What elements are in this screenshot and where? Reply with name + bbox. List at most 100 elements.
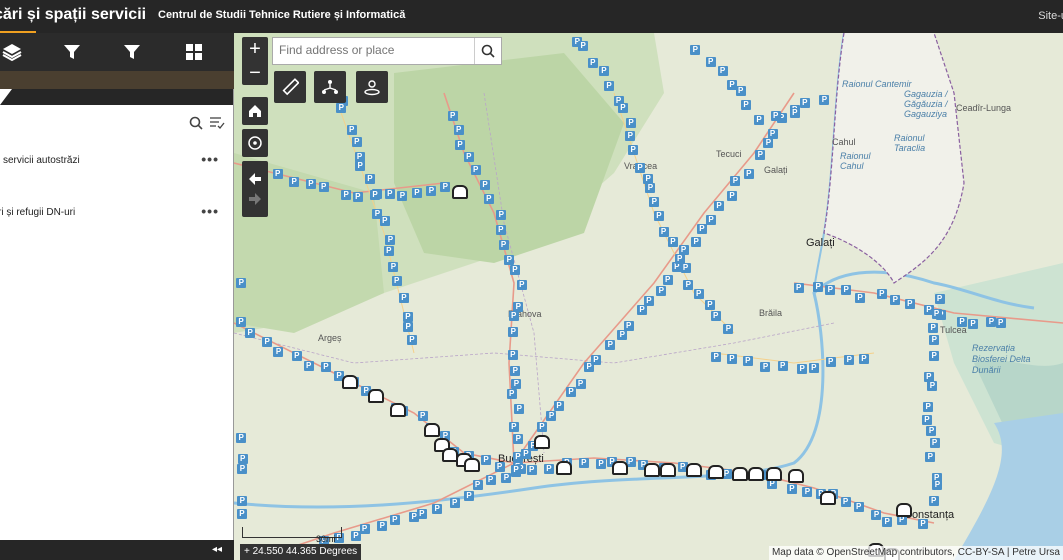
- parking-marker[interactable]: P: [481, 454, 492, 465]
- parking-marker[interactable]: P: [453, 124, 464, 135]
- rest-area-marker[interactable]: [686, 463, 702, 477]
- parking-marker[interactable]: P: [928, 496, 939, 507]
- rest-area-marker[interactable]: [660, 463, 676, 477]
- parking-marker[interactable]: P: [705, 57, 716, 68]
- parking-marker[interactable]: P: [844, 355, 855, 366]
- parking-marker[interactable]: P: [649, 196, 660, 207]
- parking-marker[interactable]: P: [704, 299, 715, 310]
- parking-marker[interactable]: P: [237, 496, 248, 507]
- parking-marker[interactable]: P: [968, 319, 979, 330]
- parking-marker[interactable]: P: [793, 283, 804, 294]
- parking-marker[interactable]: P: [508, 311, 519, 322]
- parking-marker[interactable]: P: [853, 502, 864, 513]
- parking-marker[interactable]: P: [928, 322, 939, 333]
- parking-marker[interactable]: P: [625, 130, 636, 141]
- layers-button[interactable]: [0, 33, 32, 71]
- rest-area-marker[interactable]: [612, 461, 628, 475]
- parking-marker[interactable]: P: [634, 163, 645, 174]
- parking-marker[interactable]: P: [726, 353, 737, 364]
- parking-marker[interactable]: P: [653, 211, 664, 222]
- parking-marker[interactable]: P: [508, 327, 519, 338]
- parking-marker[interactable]: P: [754, 115, 765, 126]
- parking-marker[interactable]: P: [352, 192, 363, 203]
- parking-marker[interactable]: P: [463, 152, 474, 163]
- parking-marker[interactable]: P: [927, 380, 938, 391]
- parking-marker[interactable]: P: [350, 530, 361, 541]
- parking-marker[interactable]: P: [236, 316, 247, 327]
- parking-marker[interactable]: P: [871, 509, 882, 520]
- parking-marker[interactable]: P: [841, 285, 852, 296]
- parking-marker[interactable]: P: [926, 426, 937, 437]
- parking-marker[interactable]: P: [876, 289, 887, 300]
- parking-marker[interactable]: P: [273, 347, 284, 358]
- parking-marker[interactable]: P: [291, 350, 302, 361]
- rest-area-marker[interactable]: [820, 491, 836, 505]
- site-link[interactable]: Site-u: [1038, 10, 1063, 22]
- rest-area-marker[interactable]: [342, 375, 358, 389]
- parking-marker[interactable]: P: [397, 191, 408, 202]
- parking-marker[interactable]: P: [929, 334, 940, 345]
- parking-marker[interactable]: P: [440, 182, 451, 193]
- parking-marker[interactable]: P: [516, 280, 527, 291]
- parking-marker[interactable]: P: [507, 349, 518, 360]
- directions-button[interactable]: [314, 71, 346, 103]
- parking-marker[interactable]: P: [714, 200, 725, 211]
- map-view[interactable]: Raionul Cantemir Gagauzia / Găgăuzia / G…: [234, 33, 1063, 560]
- more-options-button[interactable]: •••: [201, 151, 219, 167]
- parking-marker[interactable]: P: [656, 286, 667, 297]
- parking-marker[interactable]: P: [802, 487, 813, 498]
- parking-marker[interactable]: P: [526, 465, 537, 476]
- parking-marker[interactable]: P: [925, 451, 936, 462]
- collapse-panel-button[interactable]: ◂◂: [212, 544, 222, 555]
- parking-marker[interactable]: P: [501, 473, 512, 484]
- parking-marker[interactable]: P: [706, 215, 716, 226]
- parking-marker[interactable]: P: [680, 263, 691, 274]
- parking-marker[interactable]: P: [717, 65, 728, 76]
- parking-marker[interactable]: P: [825, 357, 836, 367]
- parking-marker[interactable]: P: [770, 111, 781, 122]
- parking-marker[interactable]: P: [658, 226, 669, 237]
- search-button[interactable]: [474, 38, 501, 64]
- rest-area-marker[interactable]: [390, 403, 406, 417]
- parking-marker[interactable]: P: [508, 422, 519, 433]
- parking-marker[interactable]: P: [237, 453, 248, 464]
- parking-marker[interactable]: P: [370, 189, 381, 200]
- parking-marker[interactable]: P: [605, 340, 616, 351]
- parking-marker[interactable]: P: [272, 169, 283, 180]
- parking-marker[interactable]: P: [957, 316, 968, 327]
- rest-area-marker[interactable]: [534, 435, 550, 449]
- rest-area-marker[interactable]: [766, 467, 782, 481]
- parking-marker[interactable]: P: [934, 293, 945, 304]
- parking-marker[interactable]: P: [760, 361, 771, 372]
- parking-marker[interactable]: P: [402, 311, 413, 322]
- rest-area-marker[interactable]: [732, 467, 748, 481]
- parking-marker[interactable]: P: [904, 298, 915, 309]
- parking-marker[interactable]: P: [637, 305, 648, 316]
- parking-marker[interactable]: P: [921, 414, 932, 425]
- parking-marker[interactable]: P: [495, 225, 506, 236]
- parking-marker[interactable]: P: [777, 361, 788, 372]
- parking-marker[interactable]: P: [617, 103, 628, 114]
- parking-marker[interactable]: P: [808, 362, 819, 373]
- parking-marker[interactable]: P: [735, 86, 746, 97]
- apps-button[interactable]: [174, 33, 214, 71]
- parking-marker[interactable]: P: [514, 403, 525, 414]
- parking-marker[interactable]: P: [384, 188, 395, 199]
- parking-marker[interactable]: P: [696, 223, 707, 234]
- parking-marker[interactable]: P: [918, 519, 929, 530]
- parking-marker[interactable]: P: [932, 480, 943, 491]
- parking-marker[interactable]: P: [623, 321, 634, 332]
- parking-marker[interactable]: P: [389, 514, 400, 525]
- parking-marker[interactable]: P: [379, 216, 390, 227]
- parking-marker[interactable]: P: [262, 337, 273, 348]
- parking-marker[interactable]: P: [403, 321, 414, 332]
- parking-marker[interactable]: P: [767, 129, 778, 140]
- parking-marker[interactable]: P: [799, 98, 810, 109]
- parking-marker[interactable]: P: [890, 295, 901, 306]
- rest-area-marker[interactable]: [708, 465, 724, 479]
- parking-marker[interactable]: P: [578, 458, 589, 469]
- parking-marker[interactable]: P: [743, 168, 754, 179]
- parking-marker[interactable]: P: [513, 434, 524, 445]
- layer-item[interactable]: ri și refugii DN-uri •••: [0, 203, 233, 223]
- layer-item[interactable]: i servicii autostrăzi •••: [0, 151, 233, 171]
